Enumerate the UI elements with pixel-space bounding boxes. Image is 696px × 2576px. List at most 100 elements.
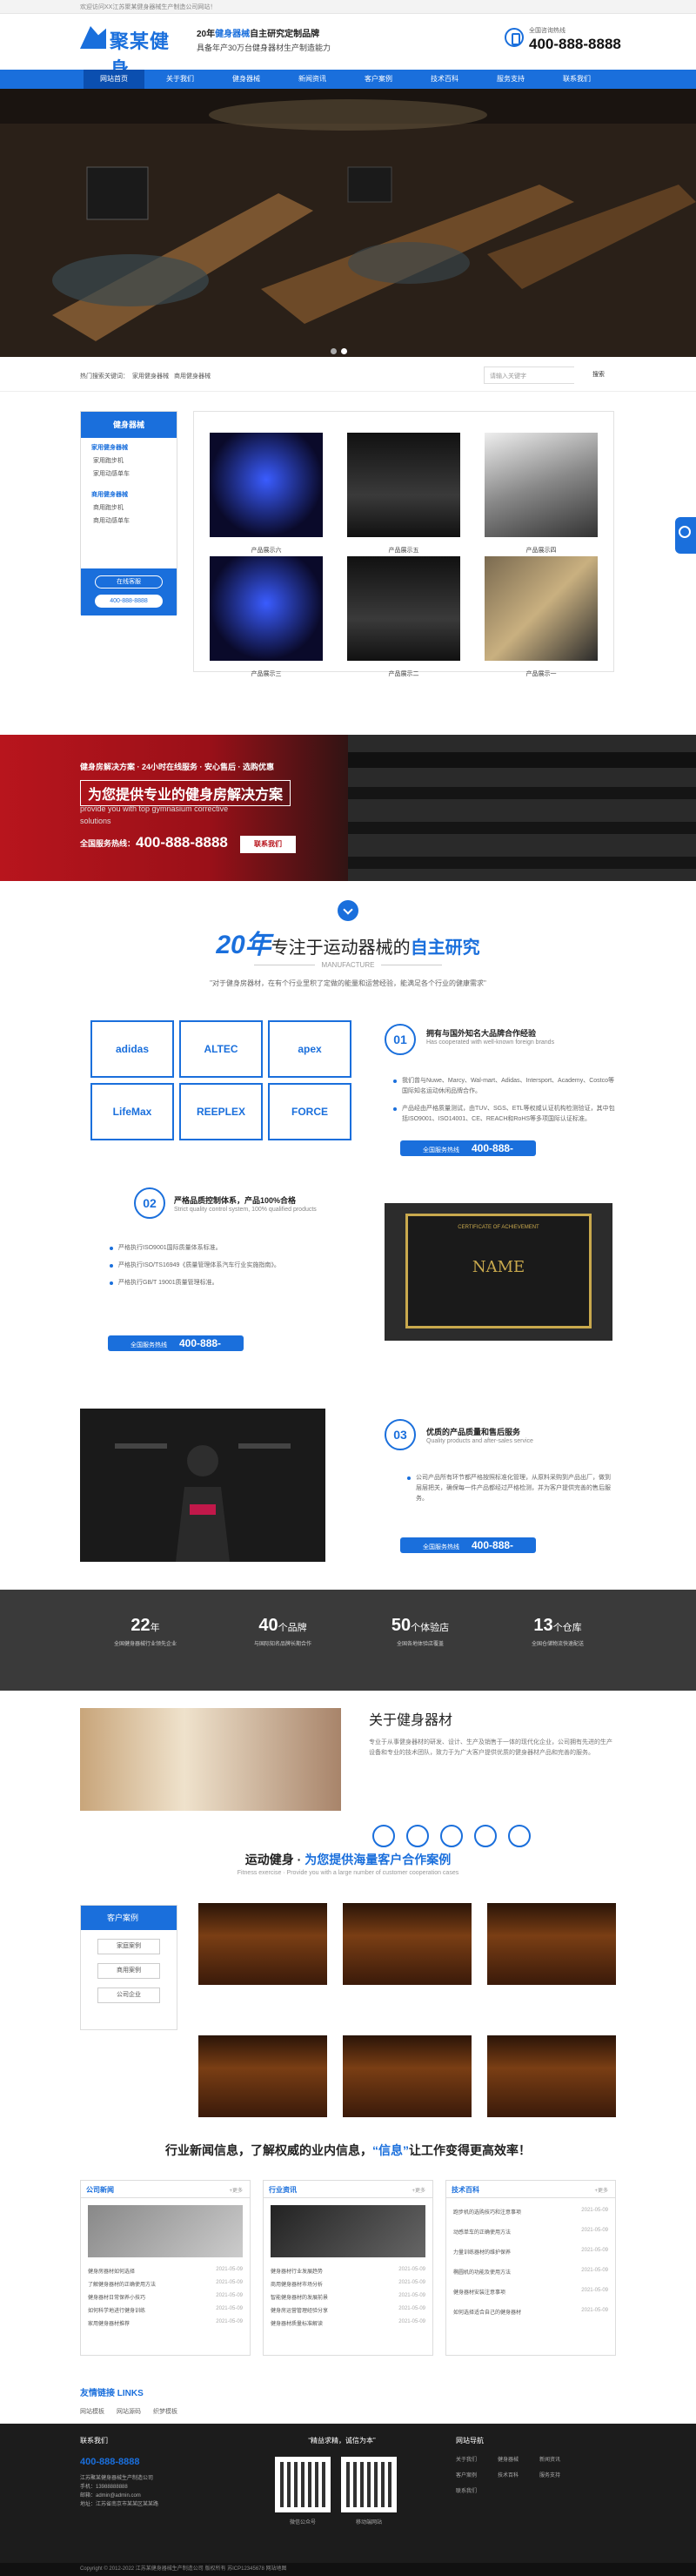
promo-contact-button[interactable]: 联系我们 [240, 836, 296, 853]
case-filter-commercial[interactable]: 商用案例 [97, 1963, 160, 1979]
search-button[interactable]: 搜索 [574, 367, 623, 384]
case-image[interactable] [198, 2035, 327, 2117]
sidebar-phone-button[interactable]: 400-888-8888 [95, 595, 163, 608]
qr-caption: 移动端网站 [355, 2520, 382, 2526]
news-item[interactable]: 椭圆机的功能及使用方法 2021-05-09 [446, 2265, 615, 2278]
friend-links: 友情链接 LINKS 网站模板 网站源码 织梦模板 [80, 2385, 341, 2416]
news-item[interactable]: 健身器材质量标准解读 2021-05-09 [264, 2317, 432, 2330]
news-item[interactable]: 健身器材行业发展趋势 2021-05-09 [264, 2264, 432, 2277]
news-date: 2021-05-09 [581, 2268, 608, 2273]
product-card[interactable]: 产品展示三 [210, 556, 323, 678]
news-col-title[interactable]: 技术百科 [452, 2185, 479, 2195]
nav-item-about[interactable]: 关于我们 [150, 70, 211, 89]
news-thumb[interactable] [88, 2205, 243, 2257]
research-years: 20年 [216, 931, 271, 959]
banner-dot-2[interactable] [341, 348, 347, 354]
footer-nav-link[interactable]: 服务支持 [539, 2471, 560, 2478]
case-filter-home[interactable]: 家庭案例 [97, 1939, 160, 1954]
footer-nav-link[interactable]: 联系我们 [456, 2486, 477, 2494]
news-title: 如何选择适合自己的健身器材 [453, 2310, 522, 2316]
news-date: 2021-05-09 [398, 2306, 425, 2311]
product-card[interactable]: 产品展示四 [485, 433, 598, 555]
banner-dot-1[interactable] [331, 348, 337, 354]
case-image[interactable] [487, 1903, 616, 1985]
nav-item-products[interactable]: 健身器械 [216, 70, 277, 89]
news-item[interactable]: 健身房器材如何选择 2021-05-09 [81, 2264, 250, 2277]
promo-hotline: 400-888-8888 [136, 834, 228, 851]
sidebar-item-home-treadmill[interactable]: 家用跑步机 [93, 456, 177, 465]
online-service-button[interactable]: 在线客服 [95, 575, 163, 589]
news-heading-pre: 行业新闻信息，了解权威的业内信息， [165, 2143, 372, 2157]
logo[interactable]: 聚某健身 [80, 24, 183, 80]
news-thumb[interactable] [271, 2205, 425, 2257]
sidebar-group-commercial[interactable]: 商用健身器械 [91, 490, 177, 499]
sidebar-item-commercial-treadmill[interactable]: 商用跑步机 [93, 503, 177, 512]
nav-item-cases[interactable]: 客户案例 [348, 70, 409, 89]
cases-sidebar: 客户案例 家庭案例 商用案例 公司企业 [80, 1905, 177, 2030]
news-item[interactable]: 了解健身器材的正确使用方法 2021-05-09 [81, 2277, 250, 2290]
news-item[interactable]: 家用健身器材推荐 2021-05-09 [81, 2317, 250, 2330]
keyword-home[interactable]: 家用健身器械 [132, 372, 169, 380]
footer-nav-link[interactable]: 新闻资讯 [539, 2455, 560, 2463]
product-card[interactable]: 产品展示五 [347, 433, 460, 555]
news-item[interactable]: 力量训练器材的维护保养 2021-05-09 [446, 2245, 615, 2258]
case-filter-company[interactable]: 公司企业 [97, 1987, 160, 2003]
product-card[interactable]: 产品展示二 [347, 556, 460, 678]
sidebar-title: 健身器械 [81, 412, 177, 438]
feature-hotline-button[interactable]: 全国服务热线 400-888-8888 [400, 1140, 536, 1173]
nav-item-contact[interactable]: 联系我们 [546, 70, 607, 89]
chat-icon [679, 526, 691, 538]
news-item[interactable]: 健身器材安装注意事项 2021-05-09 [446, 2285, 615, 2298]
footer-nav-link[interactable]: 关于我们 [456, 2455, 477, 2463]
news-item[interactable]: 动感单车的正确使用方法 2021-05-09 [446, 2225, 615, 2238]
news-item[interactable]: 智能健身器材的发展前景 2021-05-09 [264, 2290, 432, 2304]
news-col-title[interactable]: 行业资讯 [269, 2185, 297, 2195]
friend-link[interactable]: 网站源码 [117, 2409, 141, 2415]
case-image[interactable] [343, 1903, 472, 1985]
news-col-title[interactable]: 公司新闻 [86, 2185, 114, 2195]
phone-icon[interactable] [508, 1825, 531, 1847]
nav-item-tech[interactable]: 技术百科 [414, 70, 475, 89]
case-image[interactable] [487, 2035, 616, 2117]
case-image[interactable] [343, 2035, 472, 2117]
feature-hotline-button[interactable]: 全国服务热线 400-888-8888 [400, 1537, 536, 1570]
feature-point: 我们曾与Nuwe、Marcy、Wal-mart、Adidas、Interspor… [393, 1076, 619, 1097]
info-icon[interactable] [372, 1825, 395, 1847]
footer-nav-link[interactable]: 客户案例 [456, 2471, 477, 2478]
news-item[interactable]: 跑步机的选购技巧和注意事项 2021-05-09 [446, 2205, 615, 2218]
news-item[interactable]: 商用健身器材市场分析 2021-05-09 [264, 2277, 432, 2290]
sidebar-item-commercial-bike[interactable]: 商用动感单车 [93, 516, 177, 525]
news-item[interactable]: 如何选择适合自己的健身器材 2021-05-09 [446, 2305, 615, 2318]
footer-nav-link[interactable]: 健身器械 [498, 2455, 519, 2463]
hotline-btn-label: 全国服务热线 [423, 1147, 459, 1153]
nav-item-service[interactable]: 服务支持 [480, 70, 541, 89]
nav-item-news[interactable]: 新闻资讯 [282, 70, 343, 89]
product-card[interactable]: 产品展示六 [210, 433, 323, 555]
news-title: 健身器材质量标准解读 [271, 2322, 324, 2327]
footer-nav-link[interactable]: 技术百科 [498, 2471, 519, 2478]
feature-hotline-button[interactable]: 全国服务热线 400-888-8888 [108, 1335, 244, 1368]
printer-icon[interactable] [474, 1825, 497, 1847]
product-card[interactable]: 产品展示一 [485, 556, 598, 678]
news-item[interactable]: 健身器材日常保养小技巧 2021-05-09 [81, 2290, 250, 2304]
chevron-down-icon[interactable] [338, 900, 358, 921]
more-link[interactable]: +更多 [412, 2186, 425, 2194]
gym-photo [80, 1409, 325, 1562]
more-link[interactable]: +更多 [594, 2186, 608, 2194]
floating-service-tab[interactable] [675, 517, 696, 554]
product-image [485, 556, 598, 661]
sidebar-group-home[interactable]: 家用健身器械 [91, 443, 177, 452]
sidebar-item-home-bike[interactable]: 家用动感单车 [93, 469, 177, 478]
mail-icon[interactable] [440, 1825, 463, 1847]
award-icon[interactable] [406, 1825, 429, 1847]
keyword-commercial[interactable]: 商用健身器械 [174, 372, 211, 380]
news-date: 2021-05-09 [581, 2228, 608, 2233]
news-item[interactable]: 健身房运营管理经验分享 2021-05-09 [264, 2304, 432, 2317]
case-image[interactable] [198, 1903, 327, 1985]
nav-item-home[interactable]: 网站首页 [84, 70, 144, 89]
news-item[interactable]: 如何科学地进行健身训练 2021-05-09 [81, 2304, 250, 2317]
promo-line4: solutions [80, 817, 111, 825]
friend-link[interactable]: 织梦模板 [153, 2409, 177, 2415]
more-link[interactable]: +更多 [229, 2186, 243, 2194]
friend-link[interactable]: 网站模板 [80, 2409, 104, 2415]
